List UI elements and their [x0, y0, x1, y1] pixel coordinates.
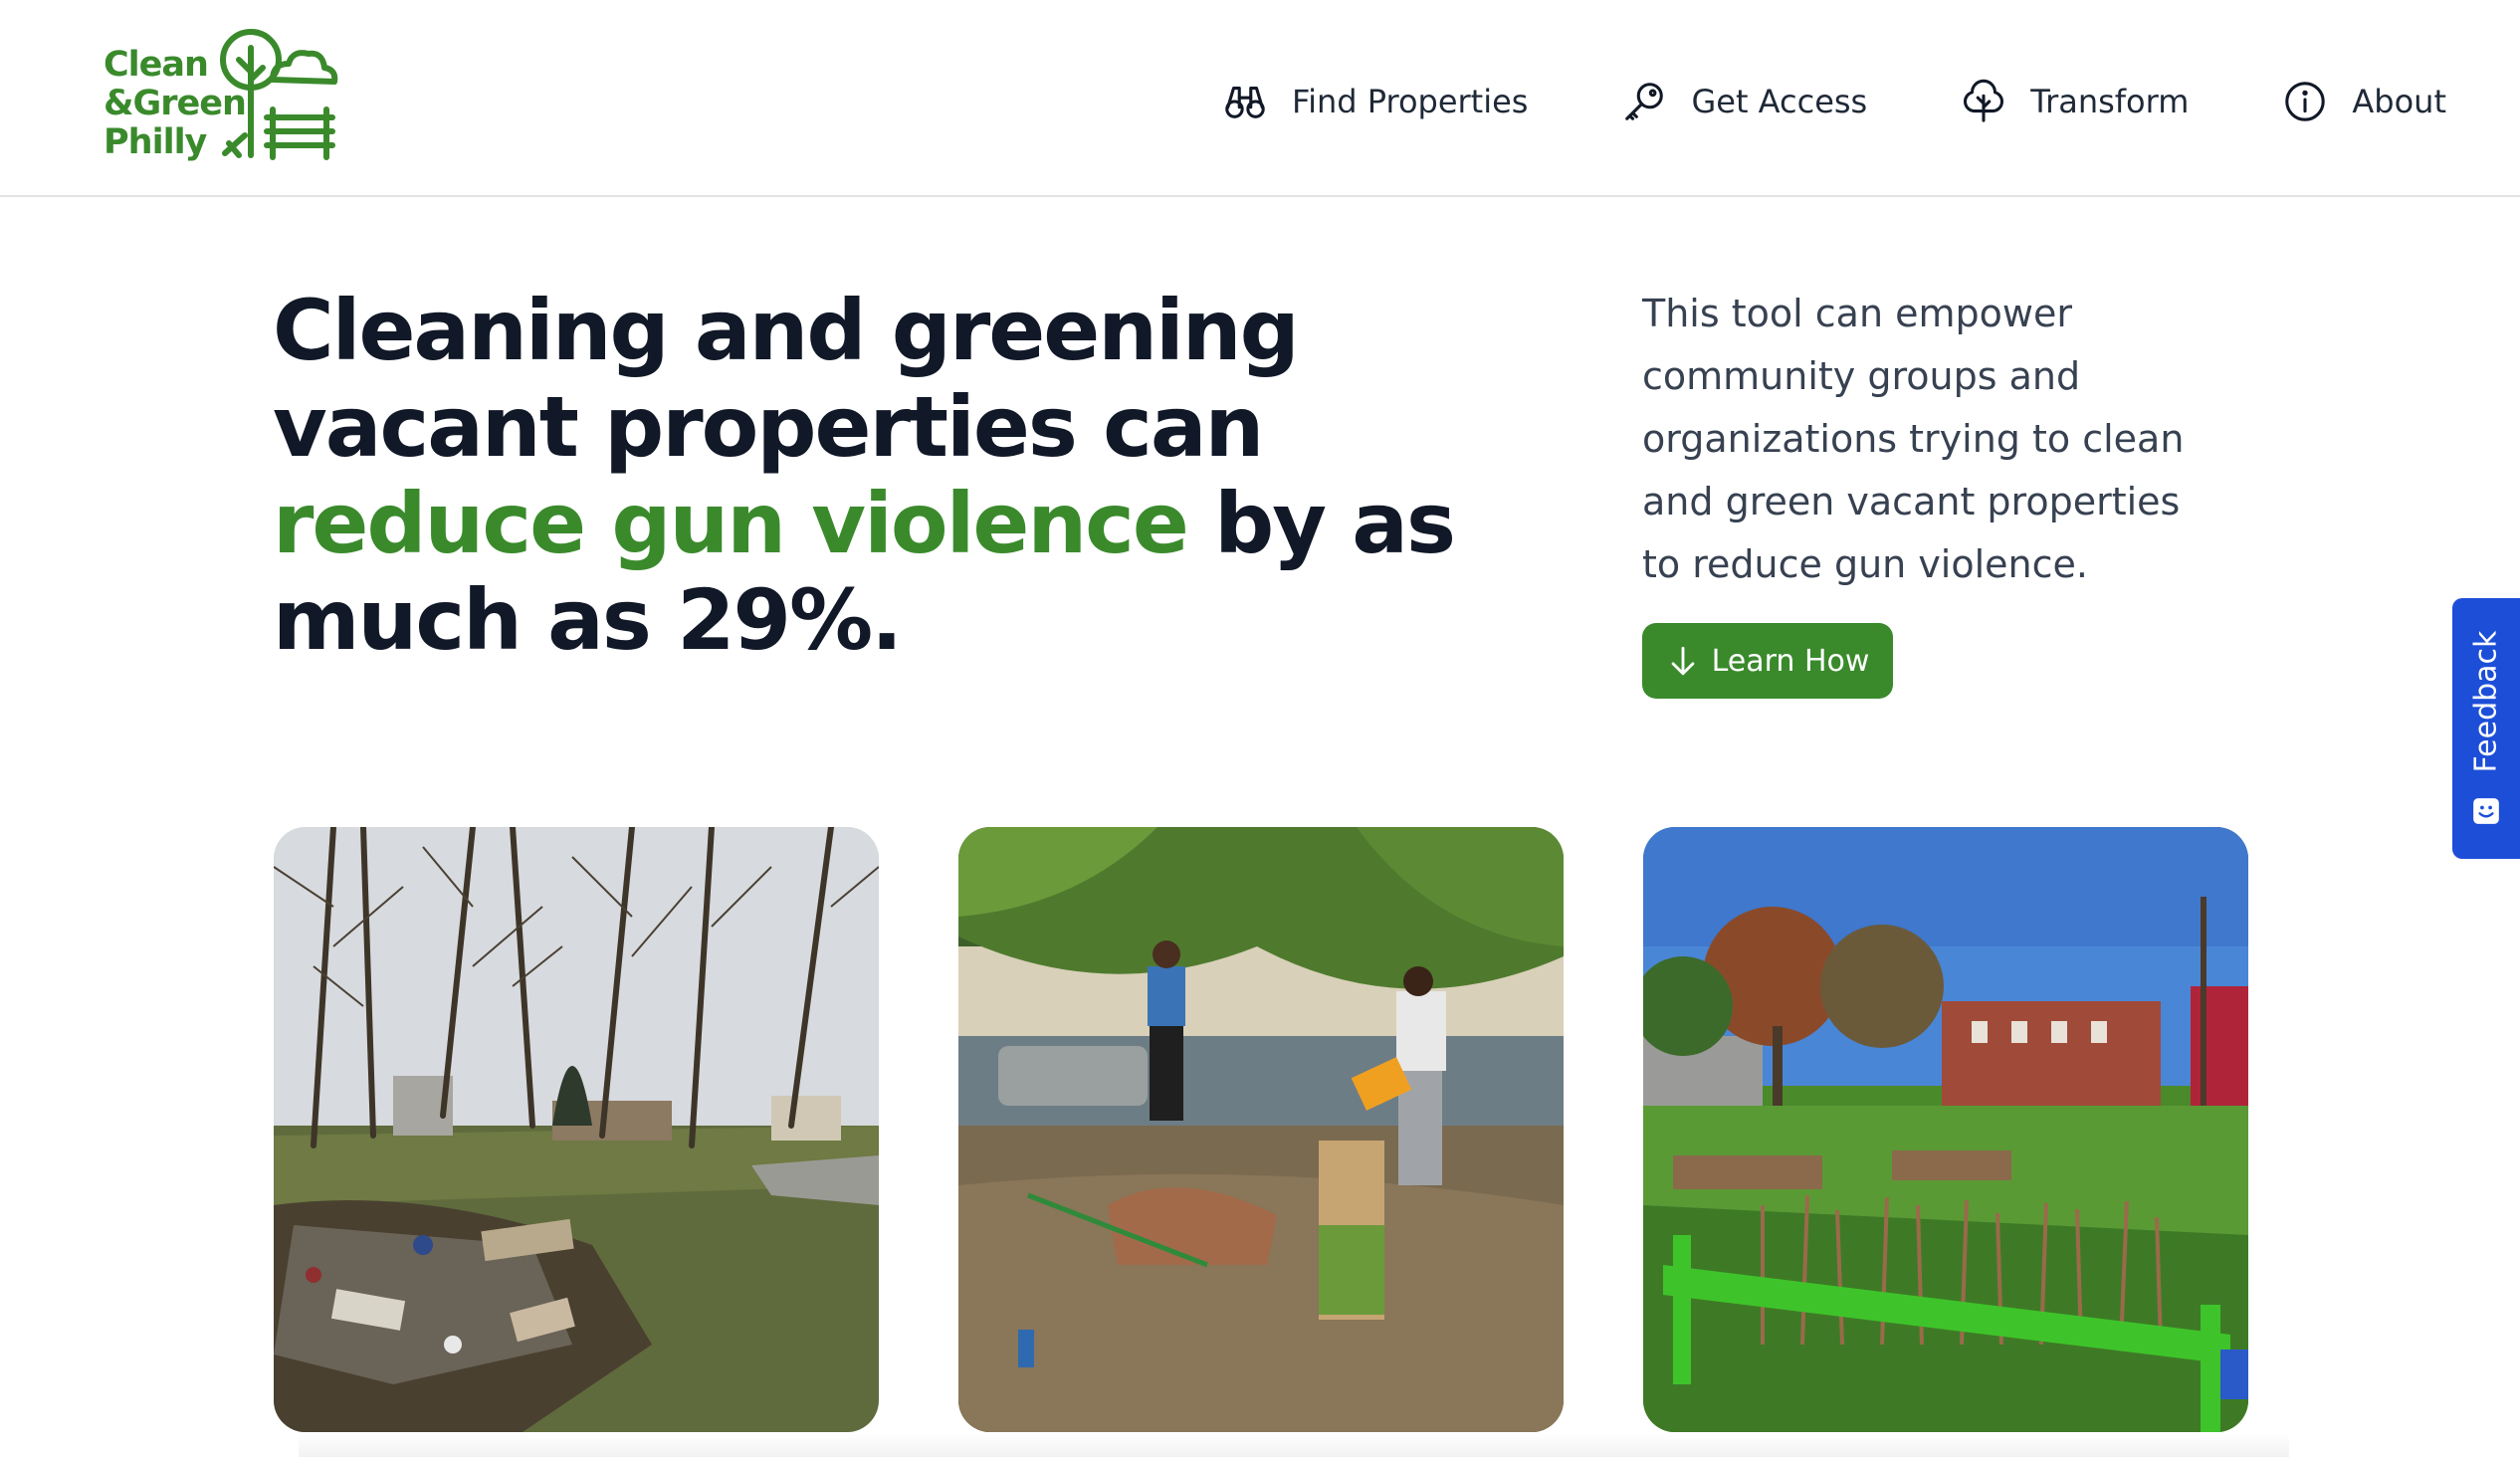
nav-get-access[interactable]: Get Access	[1621, 79, 1867, 124]
feedback-smile-icon	[2473, 798, 2499, 824]
site-header: Clean &Green Philly Find Properties Get …	[0, 0, 2520, 197]
hero-intro-text: This tool can empower community groups a…	[1642, 292, 2185, 586]
nav-find-properties-label: Find Properties	[1292, 83, 1529, 120]
main-nav: Find Properties Get Access Transform Abo…	[1129, 70, 2446, 133]
feedback-label: Feedback	[2468, 630, 2504, 773]
learn-how-label: Learn How	[1711, 643, 1870, 679]
learn-how-button[interactable]: Learn How	[1642, 623, 1893, 699]
binoculars-icon	[1225, 87, 1265, 118]
nav-about[interactable]: About	[2282, 79, 2446, 124]
site-logo[interactable]: Clean &Green Philly	[104, 26, 338, 165]
volunteers-cleaning-photo	[958, 827, 1564, 1432]
bottom-fade	[299, 1433, 2289, 1457]
arrow-down-icon	[1671, 646, 1694, 676]
headline-highlight: reduce gun violence	[273, 475, 1189, 572]
logo-tree-bench-icon	[220, 29, 338, 160]
nav-about-label: About	[2352, 83, 2446, 120]
nav-find-properties[interactable]: Find Properties	[1222, 79, 1528, 124]
vacant-lot-before-photo	[274, 827, 879, 1432]
greened-lot-after-photo	[1643, 827, 2248, 1432]
nav-get-access-label: Get Access	[1691, 83, 1868, 120]
tree-icon	[1964, 79, 2004, 122]
hero-headline: Cleaning and greening vacant properties …	[273, 283, 1557, 669]
nav-transform-label: Transform	[2030, 83, 2190, 120]
info-icon	[2285, 82, 2326, 121]
key-icon	[1625, 83, 1664, 120]
page: Clean &Green Philly Find Properties Get …	[0, 0, 2520, 1457]
feedback-tab[interactable]: Feedback	[2452, 598, 2520, 859]
nav-transform[interactable]: Transform	[1961, 79, 2189, 124]
headline-part1: Cleaning and greening vacant properties …	[273, 282, 1300, 476]
